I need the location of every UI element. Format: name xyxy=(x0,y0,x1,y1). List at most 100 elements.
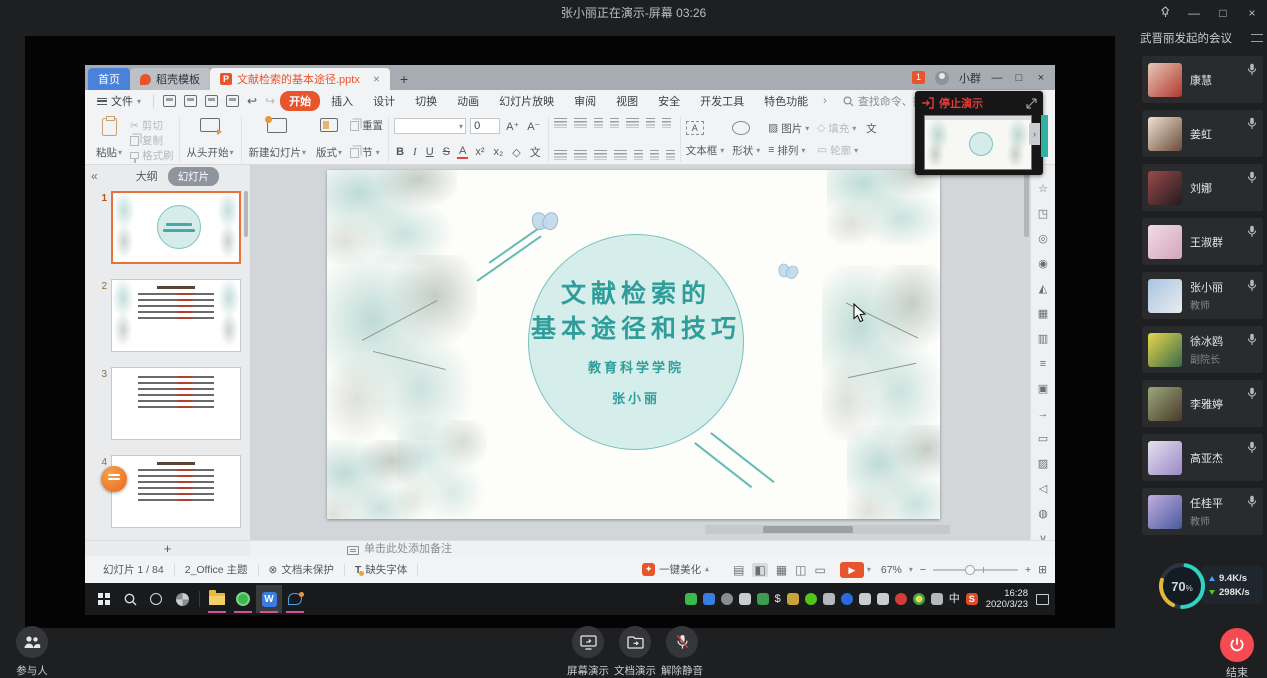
tool-icon[interactable]: ▭ xyxy=(1038,433,1048,445)
network-quality-gauge[interactable]: 70% xyxy=(1157,561,1207,611)
cut-button[interactable]: ✂剪切 xyxy=(130,118,174,133)
notes-placeholder[interactable]: 单击此处添加备注 xyxy=(347,541,452,557)
notes-view-icon[interactable]: ▤ xyxy=(733,563,744,577)
slide-thumbnail-1[interactable] xyxy=(111,191,241,264)
menu-transition[interactable]: 切换 xyxy=(406,91,446,111)
play-options-icon[interactable]: ▾ xyxy=(867,565,871,574)
message-count-badge[interactable]: 1 xyxy=(912,71,925,84)
zoom-slider-knob[interactable] xyxy=(965,565,975,575)
action-center-icon[interactable] xyxy=(1036,594,1049,605)
align-right-icon[interactable] xyxy=(594,150,607,160)
subscript-button[interactable]: x₂ xyxy=(492,146,506,158)
start-button[interactable] xyxy=(91,585,117,613)
menu-slideshow[interactable]: 幻灯片放映 xyxy=(490,91,563,111)
tab-outline[interactable]: 大纲 xyxy=(136,168,158,184)
paragraph-more-icon[interactable] xyxy=(666,150,675,160)
participant-card[interactable]: 徐冰鸥副院长 xyxy=(1142,326,1263,373)
tool-icon[interactable]: ◉ xyxy=(1038,258,1048,270)
participant-card[interactable]: 王淑群 xyxy=(1142,218,1263,265)
current-slide[interactable]: 文献检索的 基本途径和技巧 教育科学学院 张小丽 xyxy=(327,170,940,519)
outline-button[interactable]: ▭轮廓▾ xyxy=(817,143,858,158)
sync-tray-icon[interactable] xyxy=(739,593,751,605)
numbering-icon[interactable] xyxy=(574,118,587,128)
print-icon[interactable] xyxy=(205,95,218,107)
menu-home[interactable]: 开始 xyxy=(280,91,320,111)
copy-button[interactable]: 复制 xyxy=(130,133,174,148)
chat-app-button[interactable] xyxy=(282,585,308,613)
participant-card[interactable]: 李雅婷 xyxy=(1142,380,1263,427)
panel-collapse-handle[interactable]: › xyxy=(1029,123,1040,145)
doc-share-button[interactable] xyxy=(619,626,651,658)
reset-button[interactable]: 重置 xyxy=(350,118,383,133)
format-painter-button[interactable]: 格式刷 xyxy=(130,148,174,163)
wps-taskbar-button[interactable]: W xyxy=(256,585,282,613)
ime-indicator[interactable]: 中 xyxy=(949,593,960,605)
presenting-preview-thumbnail[interactable] xyxy=(924,115,1032,170)
tab-slides[interactable]: 幻灯片 xyxy=(168,167,220,186)
beautify-button[interactable]: ✦ 一键美化 ▾ xyxy=(632,562,719,577)
tray-icon[interactable] xyxy=(895,593,907,605)
indent-increase-icon[interactable] xyxy=(610,118,619,128)
mic-icon[interactable] xyxy=(1247,117,1257,133)
menu-features[interactable]: 特色功能 xyxy=(755,91,817,111)
fill-button[interactable]: ◇填充▾ xyxy=(817,121,858,136)
tab-home[interactable]: 首页 xyxy=(88,68,130,90)
file-explorer-button[interactable] xyxy=(204,585,230,613)
end-meeting-button[interactable] xyxy=(1220,628,1254,662)
zoom-out-button[interactable]: − xyxy=(920,564,926,576)
tab-document-active[interactable]: P 文献检索的基本途径.pptx × xyxy=(210,68,390,90)
wps-minimize-button[interactable]: — xyxy=(991,72,1003,84)
wps-close-button[interactable]: × xyxy=(1035,72,1047,84)
participant-card[interactable]: 刘娜 xyxy=(1142,164,1263,211)
export-icon[interactable] xyxy=(184,95,197,107)
indent-decrease-icon[interactable] xyxy=(594,118,603,128)
menu-animation[interactable]: 动画 xyxy=(448,91,488,111)
clear-format-icon[interactable]: ◇ xyxy=(510,146,522,159)
tool-icon[interactable]: ☆ xyxy=(1038,183,1048,195)
textbox-button[interactable]: 文本框▾ xyxy=(686,143,725,158)
stop-presenting-button[interactable]: 停止演示 xyxy=(939,95,983,111)
collapse-panel-icon[interactable]: « xyxy=(91,169,98,183)
device-icon[interactable] xyxy=(823,593,835,605)
participant-card[interactable]: 康慧 xyxy=(1142,56,1263,103)
layout-button[interactable]: 版式▾ xyxy=(314,117,344,161)
justify-icon[interactable] xyxy=(614,150,627,160)
protection-status[interactable]: ⊗ 文档未保护 xyxy=(259,562,344,577)
undo-icon[interactable]: ↩ xyxy=(244,94,260,108)
more-menus-icon[interactable]: › xyxy=(819,95,831,107)
account-name[interactable]: 小群 xyxy=(959,70,981,86)
menu-devtools[interactable]: 开发工具 xyxy=(691,91,753,111)
section-button[interactable]: 节▾ xyxy=(350,145,383,160)
mic-icon[interactable] xyxy=(1247,387,1257,403)
usb-icon[interactable] xyxy=(685,593,697,605)
align-left-icon[interactable] xyxy=(554,150,567,160)
font-size-select[interactable]: 0 xyxy=(470,118,500,134)
align-center-icon[interactable] xyxy=(574,150,587,160)
network-icon[interactable] xyxy=(859,593,871,605)
font-family-select[interactable]: ▾ xyxy=(394,118,466,134)
mic-icon[interactable] xyxy=(1247,495,1257,511)
slide-sorter-icon[interactable]: ▦ xyxy=(776,563,787,577)
selection-pane-tab[interactable] xyxy=(1041,115,1048,157)
slide-thumbnail-4[interactable] xyxy=(111,455,241,528)
save-icon[interactable] xyxy=(163,95,176,107)
new-slide-button[interactable]: 新建幻灯片▾ xyxy=(247,117,309,161)
mic-icon[interactable] xyxy=(1247,63,1257,79)
slide-title-circle[interactable]: 文献检索的 基本途径和技巧 教育科学学院 张小丽 xyxy=(528,234,744,450)
tool-icon[interactable]: ▦ xyxy=(1038,308,1048,320)
shapes-icon[interactable] xyxy=(732,121,750,135)
collapse-list-icon[interactable] xyxy=(1251,34,1263,42)
increase-font-icon[interactable]: A⁺ xyxy=(504,120,521,133)
redo-icon[interactable]: ↪ xyxy=(262,94,278,108)
arrange-button[interactable]: ≡排列▾ xyxy=(768,143,809,158)
add-slide-button[interactable]: + xyxy=(85,541,250,557)
text-columns-icon[interactable] xyxy=(626,118,639,128)
text-direction-icon[interactable] xyxy=(646,118,655,128)
speaker-icon[interactable] xyxy=(877,593,889,605)
zoom-level[interactable]: 67% xyxy=(881,564,902,576)
task-view-button[interactable] xyxy=(169,585,195,613)
mic-icon[interactable] xyxy=(1247,333,1257,349)
file-menu[interactable]: 文件 ▾ xyxy=(91,93,147,109)
textbox-icon[interactable]: A xyxy=(686,121,704,135)
unmute-button[interactable] xyxy=(666,626,698,658)
